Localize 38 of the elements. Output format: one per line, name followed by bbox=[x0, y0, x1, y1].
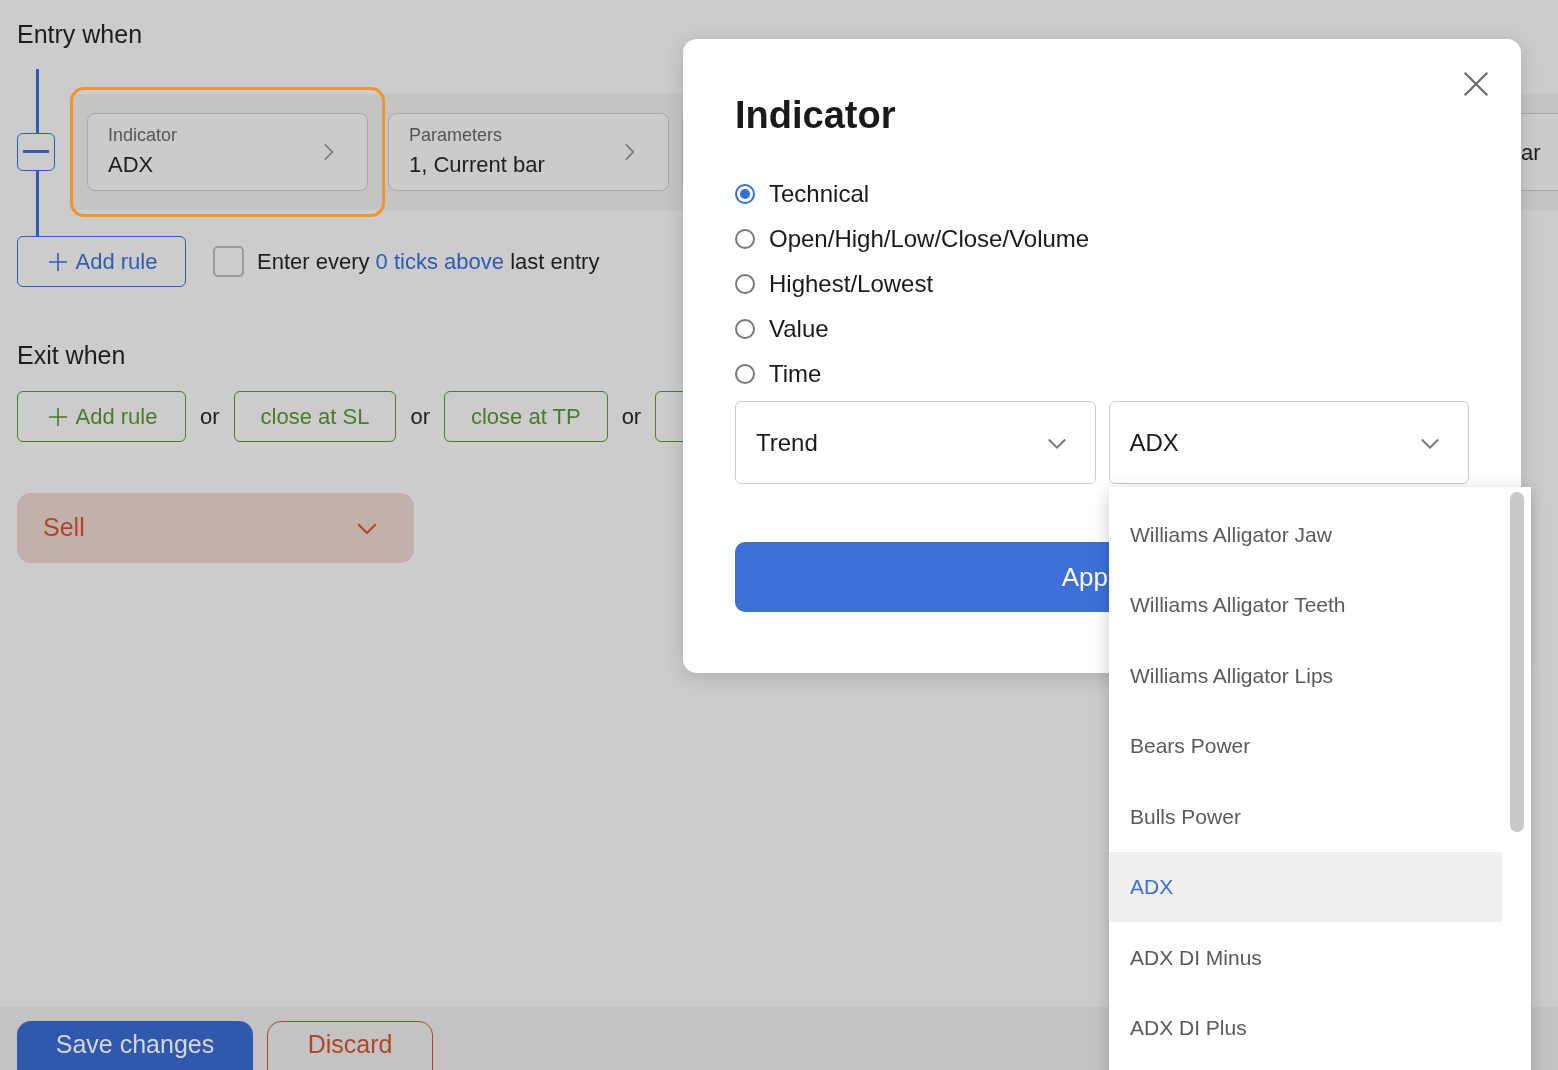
radio-option[interactable]: Open/High/Low/Close/Volume bbox=[735, 216, 1469, 261]
radio-option[interactable]: Technical bbox=[735, 171, 1469, 216]
radio-option[interactable]: Highest/Lowest bbox=[735, 261, 1469, 306]
indicator-select[interactable]: ADX bbox=[1108, 401, 1469, 484]
separator-text: or bbox=[410, 403, 430, 431]
card-value: 1, Current bar bbox=[409, 151, 545, 179]
scrollbar-thumb[interactable] bbox=[1509, 492, 1524, 832]
close-icon[interactable] bbox=[1461, 69, 1491, 99]
separator-text: or bbox=[200, 403, 220, 431]
dropdown-item[interactable]: ADX bbox=[1109, 851, 1502, 922]
card-label: Indicator bbox=[108, 124, 178, 146]
radio-button[interactable] bbox=[735, 363, 755, 384]
radio-button[interactable] bbox=[735, 273, 755, 294]
category-select[interactable]: Trend bbox=[735, 401, 1096, 484]
radio-option[interactable]: Time bbox=[735, 351, 1469, 396]
section-title: Entry when bbox=[17, 19, 143, 50]
minus-icon bbox=[23, 150, 49, 154]
dropdown-item[interactable]: Williams Alligator Lips bbox=[1109, 640, 1502, 711]
dropdown-item[interactable]: Bulls Power bbox=[1109, 781, 1502, 852]
radio-button[interactable] bbox=[735, 318, 755, 339]
rule-card[interactable]: Parameters 1, Current bar bbox=[388, 113, 669, 191]
dialog-title: Indicator bbox=[735, 93, 897, 138]
repeat-entry-text: Enter every 0 ticks above last entry bbox=[257, 248, 600, 276]
separator-text: or bbox=[621, 403, 642, 431]
dropdown-item[interactable]: Bears Power bbox=[1109, 710, 1502, 781]
radio-option[interactable]: Value bbox=[735, 306, 1469, 351]
add-rule-button[interactable]: Add rule bbox=[17, 236, 186, 287]
rule-card[interactable]: Indicator ADX bbox=[87, 113, 368, 191]
collapse-button[interactable] bbox=[17, 133, 55, 171]
dropdown-item[interactable]: ADX DI Plus bbox=[1109, 992, 1502, 1063]
radio-button[interactable] bbox=[735, 228, 755, 249]
card-value: ADX bbox=[108, 151, 155, 179]
card-label: Parameters bbox=[409, 124, 504, 146]
save-button[interactable]: Save changes bbox=[17, 1021, 253, 1070]
dropdown-item[interactable]: ADX DI Minus bbox=[1109, 922, 1502, 993]
radio-button[interactable] bbox=[735, 183, 755, 204]
checkbox[interactable] bbox=[213, 246, 244, 277]
section-title: Exit when bbox=[17, 340, 126, 371]
